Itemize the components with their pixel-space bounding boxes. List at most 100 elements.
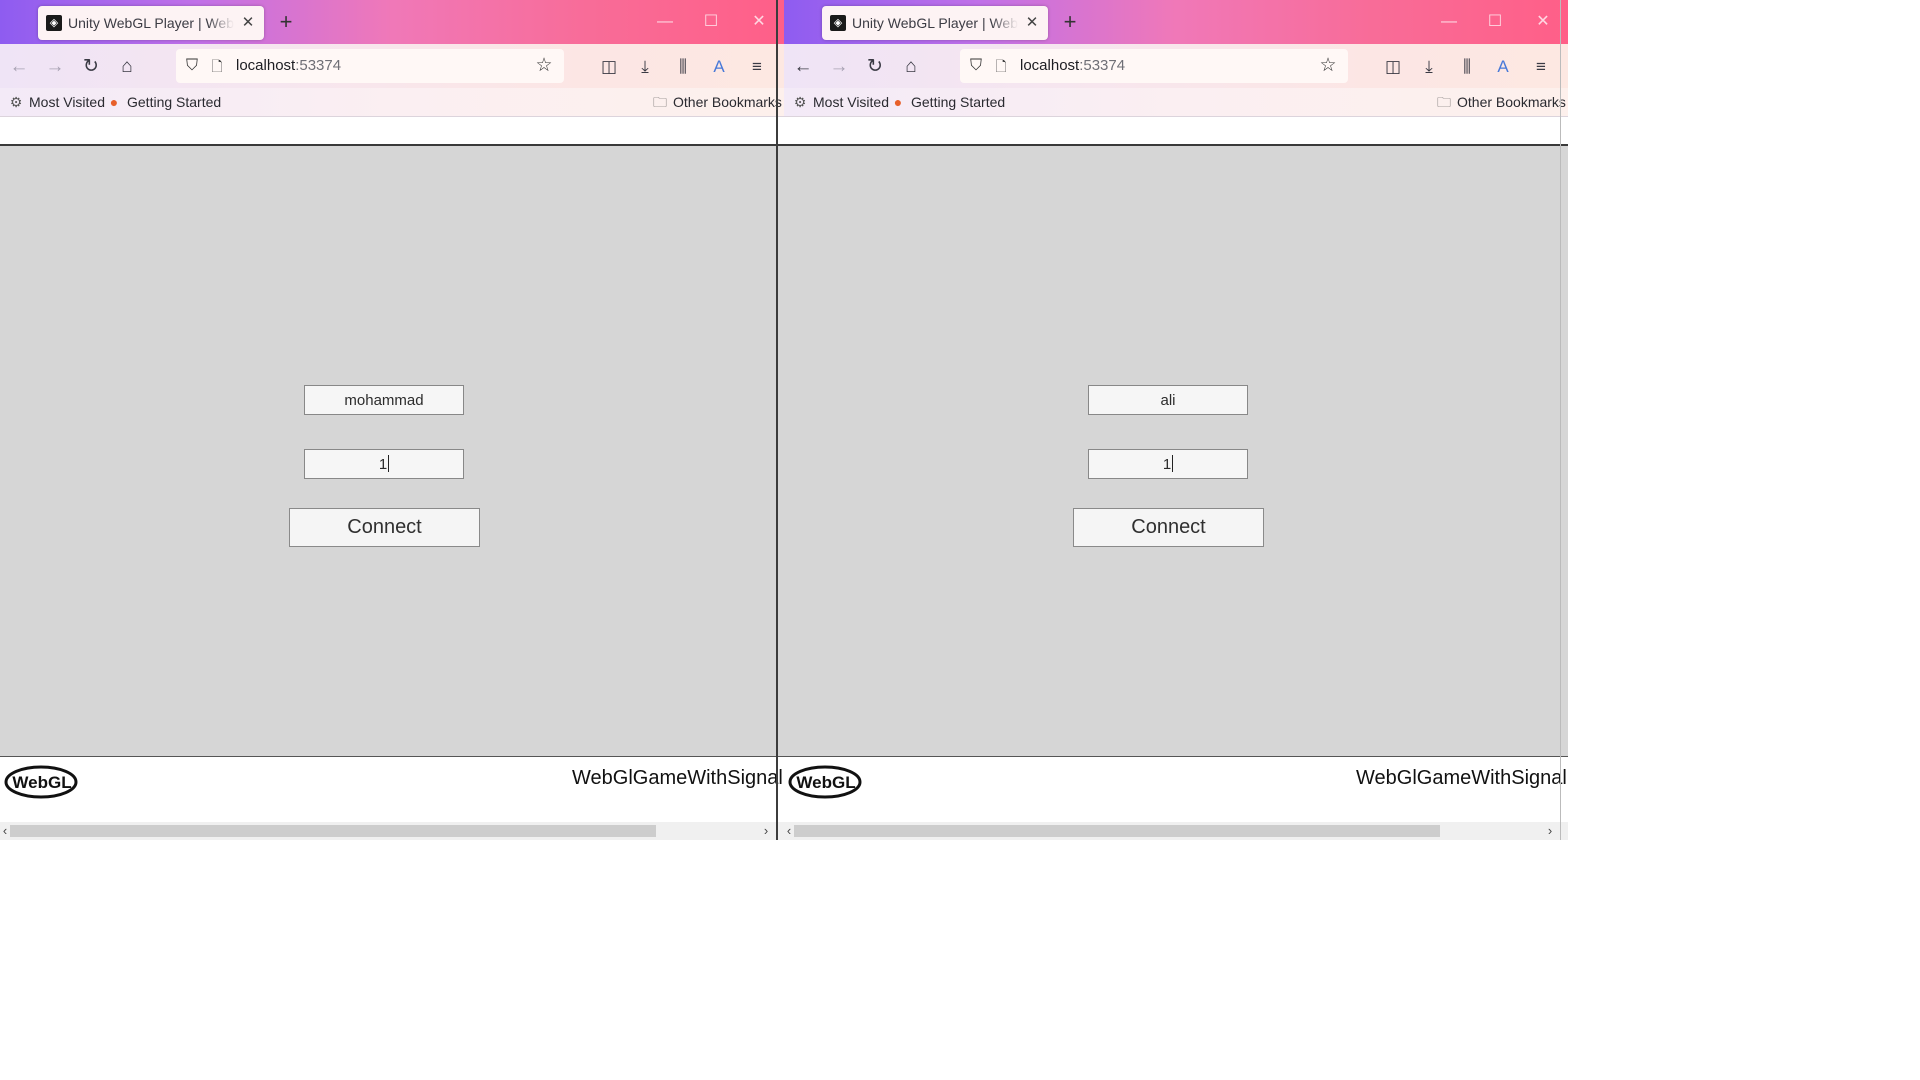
url-host: localhost bbox=[1020, 57, 1080, 74]
library-icon[interactable]: ⫼ bbox=[668, 52, 698, 82]
navigation-toolbar: ← → ↻ ⌂ ⛉ 🗋 localhost:53374 ☆ ◫ ⤓ ⫼ A ≡ bbox=[0, 44, 784, 88]
bookmark-getting-started[interactable]: ● Getting Started bbox=[106, 92, 221, 112]
browser-tab[interactable]: ◈ Unity WebGL Player | WebGlGameWithSign… bbox=[822, 6, 1048, 40]
hamburger-menu-icon[interactable]: ≡ bbox=[1526, 52, 1556, 82]
text-caret bbox=[1172, 455, 1174, 472]
player-name-input[interactable]: ali bbox=[1088, 385, 1248, 415]
horizontal-scrollbar[interactable]: ‹ › bbox=[784, 822, 1568, 840]
title-bar: ◈ Unity WebGL Player | WebGlGameWithSign… bbox=[0, 0, 784, 44]
home-icon[interactable]: ⌂ bbox=[896, 52, 926, 82]
new-tab-button[interactable]: + bbox=[272, 8, 300, 36]
player-name-value: ali bbox=[1160, 392, 1176, 409]
firefox-icon: ● bbox=[893, 94, 903, 110]
hamburger-menu-icon[interactable]: ≡ bbox=[742, 52, 772, 82]
tracking-shield-icon[interactable]: ⛉ bbox=[966, 55, 986, 77]
webgl-logo-text: WebGL bbox=[12, 773, 71, 792]
page-top-strip bbox=[0, 117, 784, 146]
forward-arrow-icon[interactable]: → bbox=[40, 52, 70, 82]
scroll-left-arrow-icon[interactable]: ‹ bbox=[784, 822, 794, 840]
tracking-shield-icon[interactable]: ⛉ bbox=[182, 55, 202, 77]
browser-window-right: ◈ Unity WebGL Player | WebGlGameWithSign… bbox=[784, 0, 1568, 1034]
library-icon[interactable]: ⫼ bbox=[1452, 52, 1482, 82]
url-text[interactable]: localhost:53374 bbox=[236, 57, 341, 77]
back-arrow-icon[interactable]: ← bbox=[788, 52, 818, 82]
browser-tab[interactable]: ◈ Unity WebGL Player | WebGlGameWithSign… bbox=[38, 6, 264, 40]
unity-canvas[interactable]: mohammad 1 Connect bbox=[0, 146, 784, 756]
close-tab-icon[interactable]: ✕ bbox=[238, 12, 258, 34]
scroll-right-arrow-icon[interactable]: › bbox=[760, 822, 772, 840]
url-bar[interactable]: ⛉ 🗋 localhost:53374 ☆ bbox=[176, 49, 564, 83]
minimize-button[interactable]: — bbox=[1426, 6, 1472, 38]
url-host: localhost bbox=[236, 57, 296, 74]
bookmark-label: Getting Started bbox=[911, 94, 1006, 110]
page-top-strip bbox=[784, 117, 1568, 146]
text-caret bbox=[388, 455, 390, 472]
horizontal-scrollbar[interactable]: ‹ › bbox=[0, 822, 784, 840]
url-port: :53374 bbox=[295, 57, 342, 74]
unity-canvas[interactable]: ali 1 Connect bbox=[784, 146, 1568, 756]
scroll-right-arrow-icon[interactable]: › bbox=[1544, 822, 1556, 840]
scrollbar-thumb[interactable] bbox=[10, 825, 656, 837]
folder-icon: 🗀 bbox=[1437, 94, 1451, 110]
back-arrow-icon[interactable]: ← bbox=[4, 52, 34, 82]
bookmark-label: Other Bookmarks bbox=[673, 94, 782, 110]
bookmark-other-bookmarks[interactable]: 🗀 Other Bookmarks bbox=[652, 92, 782, 112]
bookmark-most-visited[interactable]: ⚙ Most Visited bbox=[8, 92, 105, 112]
bookmark-star-icon[interactable]: ☆ bbox=[532, 54, 556, 78]
connect-button[interactable]: Connect bbox=[289, 508, 480, 547]
reload-icon[interactable]: ↻ bbox=[860, 52, 890, 82]
webgl-footer: WebGL WebGlGameWithSignalR bbox=[0, 756, 784, 823]
scrollbar-thumb[interactable] bbox=[794, 825, 1440, 837]
close-tab-icon[interactable]: ✕ bbox=[1022, 12, 1042, 34]
connect-button[interactable]: Connect bbox=[1073, 508, 1264, 547]
maximize-button[interactable]: ☐ bbox=[1472, 6, 1518, 38]
room-id-value: 1 bbox=[378, 456, 388, 473]
download-icon[interactable]: ⤓ bbox=[1414, 52, 1444, 82]
bookmark-star-icon[interactable]: ☆ bbox=[1316, 54, 1340, 78]
page-info-icon[interactable]: 🗋 bbox=[992, 55, 1010, 77]
gear-icon: ⚙ bbox=[793, 94, 807, 110]
browser-window-left: ◈ Unity WebGL Player | WebGlGameWithSign… bbox=[0, 0, 784, 1034]
home-icon[interactable]: ⌂ bbox=[112, 52, 142, 82]
player-name-value: mohammad bbox=[344, 392, 424, 409]
game-title: WebGlGameWithSignalR bbox=[1356, 767, 1568, 789]
bookmark-label: Most Visited bbox=[813, 94, 889, 110]
gear-icon: ⚙ bbox=[9, 94, 23, 110]
player-name-input[interactable]: mohammad bbox=[304, 385, 464, 415]
translate-extension-icon[interactable]: A bbox=[1488, 52, 1518, 82]
url-port: :53374 bbox=[1079, 57, 1126, 74]
webgl-logo: WebGL bbox=[788, 765, 862, 799]
maximize-button[interactable]: ☐ bbox=[688, 6, 734, 38]
download-icon[interactable]: ⤓ bbox=[630, 52, 660, 82]
unity-icon: ◈ bbox=[830, 15, 846, 31]
bookmark-label: Getting Started bbox=[127, 94, 222, 110]
window-divider bbox=[776, 0, 778, 840]
tab-title: Unity WebGL Player | WebGlGameWithSignal… bbox=[68, 15, 234, 31]
title-bar: ◈ Unity WebGL Player | WebGlGameWithSign… bbox=[784, 0, 1568, 44]
scroll-left-arrow-icon[interactable]: ‹ bbox=[0, 822, 10, 840]
pocket-icon[interactable]: ◫ bbox=[1378, 52, 1408, 82]
minimize-button[interactable]: — bbox=[642, 6, 688, 38]
forward-arrow-icon[interactable]: → bbox=[824, 52, 854, 82]
reload-icon[interactable]: ↻ bbox=[76, 52, 106, 82]
bookmark-label: Other Bookmarks bbox=[1457, 94, 1566, 110]
tab-title: Unity WebGL Player | WebGlGameWithSignal… bbox=[852, 15, 1018, 31]
new-tab-button[interactable]: + bbox=[1056, 8, 1084, 36]
room-id-value: 1 bbox=[1162, 456, 1172, 473]
folder-icon: 🗀 bbox=[653, 94, 667, 110]
bookmark-getting-started[interactable]: ● Getting Started bbox=[890, 92, 1005, 112]
room-id-input[interactable]: 1 bbox=[1088, 449, 1248, 479]
url-bar[interactable]: ⛉ 🗋 localhost:53374 ☆ bbox=[960, 49, 1348, 83]
firefox-icon: ● bbox=[109, 94, 119, 110]
game-title: WebGlGameWithSignalR bbox=[572, 767, 784, 789]
webgl-footer: WebGL WebGlGameWithSignalR bbox=[784, 756, 1568, 823]
room-id-input[interactable]: 1 bbox=[304, 449, 464, 479]
page-info-icon[interactable]: 🗋 bbox=[208, 55, 226, 77]
pocket-icon[interactable]: ◫ bbox=[594, 52, 624, 82]
bookmark-other-bookmarks[interactable]: 🗀 Other Bookmarks bbox=[1436, 92, 1566, 112]
url-text[interactable]: localhost:53374 bbox=[1020, 57, 1125, 77]
bookmark-label: Most Visited bbox=[29, 94, 105, 110]
bookmark-most-visited[interactable]: ⚙ Most Visited bbox=[792, 92, 889, 112]
unity-icon: ◈ bbox=[46, 15, 62, 31]
translate-extension-icon[interactable]: A bbox=[704, 52, 734, 82]
